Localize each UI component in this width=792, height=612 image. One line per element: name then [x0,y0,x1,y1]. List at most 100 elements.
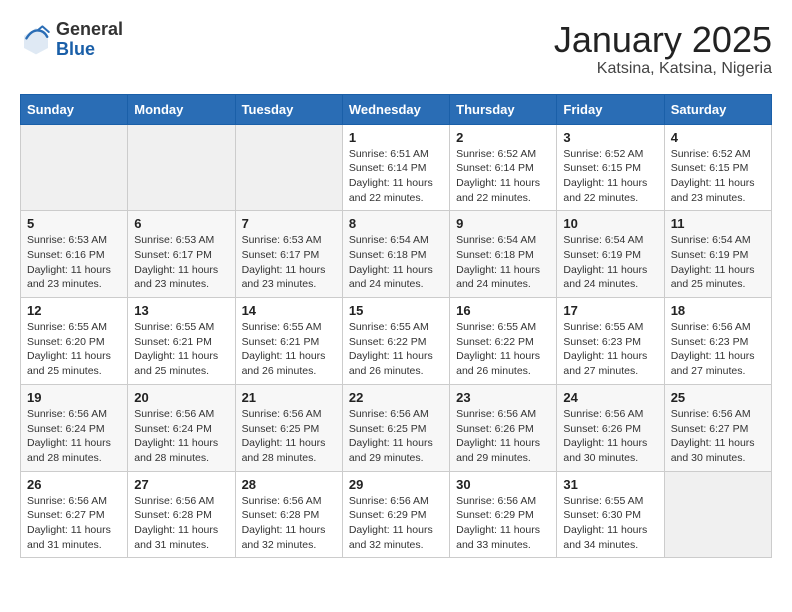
day-number: 12 [27,303,121,318]
day-info: Sunrise: 6:56 AM Sunset: 6:25 PM Dayligh… [349,407,443,466]
calendar-cell: 22 Sunrise: 6:56 AM Sunset: 6:25 PM Dayli… [342,384,449,471]
day-info: Sunrise: 6:56 AM Sunset: 6:27 PM Dayligh… [27,494,121,553]
day-number: 21 [242,390,336,405]
calendar-cell: 3Sunrise: 6:52 AM Sunset: 6:15 PM Daylig… [557,124,664,211]
calendar-cell: 30 Sunrise: 6:56 AM Sunset: 6:29 PM Dayli… [450,471,557,558]
logo: General Blue [20,20,123,60]
day-number: 24 [563,390,657,405]
day-number: 31 [563,477,657,492]
calendar-cell: 21 Sunrise: 6:56 AM Sunset: 6:25 PM Dayli… [235,384,342,471]
logo-text: General Blue [56,20,123,60]
day-info: Sunrise: 6:56 AM Sunset: 6:23 PM Dayligh… [671,320,765,379]
day-number: 1 [349,130,443,145]
day-info: Sunrise: 6:53 AM Sunset: 6:17 PM Dayligh… [134,233,228,292]
calendar-cell: 9Sunrise: 6:54 AM Sunset: 6:18 PM Daylig… [450,211,557,298]
calendar-cell: 8Sunrise: 6:54 AM Sunset: 6:18 PM Daylig… [342,211,449,298]
calendar-cell: 16Sunrise: 6:55 AM Sunset: 6:22 PM Dayli… [450,298,557,385]
calendar-cell [21,124,128,211]
day-info: Sunrise: 6:54 AM Sunset: 6:19 PM Dayligh… [563,233,657,292]
day-number: 23 [456,390,550,405]
day-header-friday: Friday [557,94,664,124]
day-number: 30 [456,477,550,492]
day-number: 5 [27,216,121,231]
day-info: Sunrise: 6:56 AM Sunset: 6:26 PM Dayligh… [563,407,657,466]
calendar-cell: 24 Sunrise: 6:56 AM Sunset: 6:26 PM Dayli… [557,384,664,471]
calendar-cell: 17Sunrise: 6:55 AM Sunset: 6:23 PM Dayli… [557,298,664,385]
calendar-subtitle: Katsina, Katsina, Nigeria [554,60,772,78]
day-number: 14 [242,303,336,318]
calendar-cell: 1 Sunrise: 6:51 AM Sunset: 6:14 PM Daylig… [342,124,449,211]
day-number: 20 [134,390,228,405]
calendar-table: SundayMondayTuesdayWednesdayThursdayFrid… [20,94,772,559]
calendar-cell: 15 Sunrise: 6:55 AM Sunset: 6:22 PM Dayli… [342,298,449,385]
day-number: 18 [671,303,765,318]
day-number: 4 [671,130,765,145]
logo-general-label: General [56,20,123,40]
day-info: Sunrise: 6:56 AM Sunset: 6:29 PM Dayligh… [349,494,443,553]
logo-blue-label: Blue [56,40,123,60]
calendar-cell: 29 Sunrise: 6:56 AM Sunset: 6:29 PM Dayli… [342,471,449,558]
calendar-week-row: 19 Sunrise: 6:56 AM Sunset: 6:24 PM Dayli… [21,384,772,471]
day-number: 29 [349,477,443,492]
title-block: January 2025 Katsina, Katsina, Nigeria [554,20,772,78]
day-info: Sunrise: 6:56 AM Sunset: 6:25 PM Dayligh… [242,407,336,466]
day-info: Sunrise: 6:55 AM Sunset: 6:20 PM Dayligh… [27,320,121,379]
calendar-cell: 6 Sunrise: 6:53 AM Sunset: 6:17 PM Daylig… [128,211,235,298]
day-info: Sunrise: 6:53 AM Sunset: 6:16 PM Dayligh… [27,233,121,292]
day-info: Sunrise: 6:56 AM Sunset: 6:28 PM Dayligh… [134,494,228,553]
calendar-cell: 2 Sunrise: 6:52 AM Sunset: 6:14 PM Daylig… [450,124,557,211]
day-number: 9 [456,216,550,231]
calendar-header: SundayMondayTuesdayWednesdayThursdayFrid… [21,94,772,124]
day-info: Sunrise: 6:55 AM Sunset: 6:21 PM Dayligh… [134,320,228,379]
calendar-title: January 2025 [554,20,772,60]
day-number: 27 [134,477,228,492]
day-header-row: SundayMondayTuesdayWednesdayThursdayFrid… [21,94,772,124]
calendar-cell: 11 Sunrise: 6:54 AM Sunset: 6:19 PM Dayli… [664,211,771,298]
calendar-cell: 4 Sunrise: 6:52 AM Sunset: 6:15 PM Daylig… [664,124,771,211]
day-info: Sunrise: 6:56 AM Sunset: 6:26 PM Dayligh… [456,407,550,466]
calendar-cell: 18 Sunrise: 6:56 AM Sunset: 6:23 PM Dayli… [664,298,771,385]
calendar-cell [235,124,342,211]
day-header-sunday: Sunday [21,94,128,124]
day-number: 19 [27,390,121,405]
day-info: Sunrise: 6:51 AM Sunset: 6:14 PM Dayligh… [349,147,443,206]
day-number: 28 [242,477,336,492]
day-number: 11 [671,216,765,231]
calendar-cell: 7Sunrise: 6:53 AM Sunset: 6:17 PM Daylig… [235,211,342,298]
day-info: Sunrise: 6:54 AM Sunset: 6:19 PM Dayligh… [671,233,765,292]
header: General Blue January 2025 Katsina, Katsi… [20,20,772,78]
calendar-cell: 14 Sunrise: 6:55 AM Sunset: 6:21 PM Dayli… [235,298,342,385]
day-header-thursday: Thursday [450,94,557,124]
calendar-cell: 23 Sunrise: 6:56 AM Sunset: 6:26 PM Dayli… [450,384,557,471]
calendar-week-row: 5 Sunrise: 6:53 AM Sunset: 6:16 PM Daylig… [21,211,772,298]
day-info: Sunrise: 6:52 AM Sunset: 6:15 PM Dayligh… [671,147,765,206]
day-info: Sunrise: 6:56 AM Sunset: 6:27 PM Dayligh… [671,407,765,466]
day-number: 25 [671,390,765,405]
day-number: 10 [563,216,657,231]
calendar-cell [128,124,235,211]
day-info: Sunrise: 6:56 AM Sunset: 6:28 PM Dayligh… [242,494,336,553]
calendar-cell [664,471,771,558]
day-info: Sunrise: 6:56 AM Sunset: 6:24 PM Dayligh… [27,407,121,466]
day-number: 6 [134,216,228,231]
day-number: 15 [349,303,443,318]
calendar-body: 1 Sunrise: 6:51 AM Sunset: 6:14 PM Daylig… [21,124,772,558]
day-number: 22 [349,390,443,405]
day-info: Sunrise: 6:56 AM Sunset: 6:29 PM Dayligh… [456,494,550,553]
day-number: 26 [27,477,121,492]
day-info: Sunrise: 6:56 AM Sunset: 6:24 PM Dayligh… [134,407,228,466]
day-number: 16 [456,303,550,318]
day-info: Sunrise: 6:55 AM Sunset: 6:21 PM Dayligh… [242,320,336,379]
calendar-cell: 27 Sunrise: 6:56 AM Sunset: 6:28 PM Dayli… [128,471,235,558]
day-info: Sunrise: 6:54 AM Sunset: 6:18 PM Dayligh… [349,233,443,292]
calendar-cell: 31Sunrise: 6:55 AM Sunset: 6:30 PM Dayli… [557,471,664,558]
day-number: 7 [242,216,336,231]
calendar-cell: 28 Sunrise: 6:56 AM Sunset: 6:28 PM Dayli… [235,471,342,558]
day-header-wednesday: Wednesday [342,94,449,124]
page: General Blue January 2025 Katsina, Katsi… [0,0,792,568]
day-info: Sunrise: 6:55 AM Sunset: 6:22 PM Dayligh… [349,320,443,379]
day-number: 2 [456,130,550,145]
calendar-cell: 20 Sunrise: 6:56 AM Sunset: 6:24 PM Dayli… [128,384,235,471]
calendar-cell: 13Sunrise: 6:55 AM Sunset: 6:21 PM Dayli… [128,298,235,385]
day-info: Sunrise: 6:52 AM Sunset: 6:14 PM Dayligh… [456,147,550,206]
